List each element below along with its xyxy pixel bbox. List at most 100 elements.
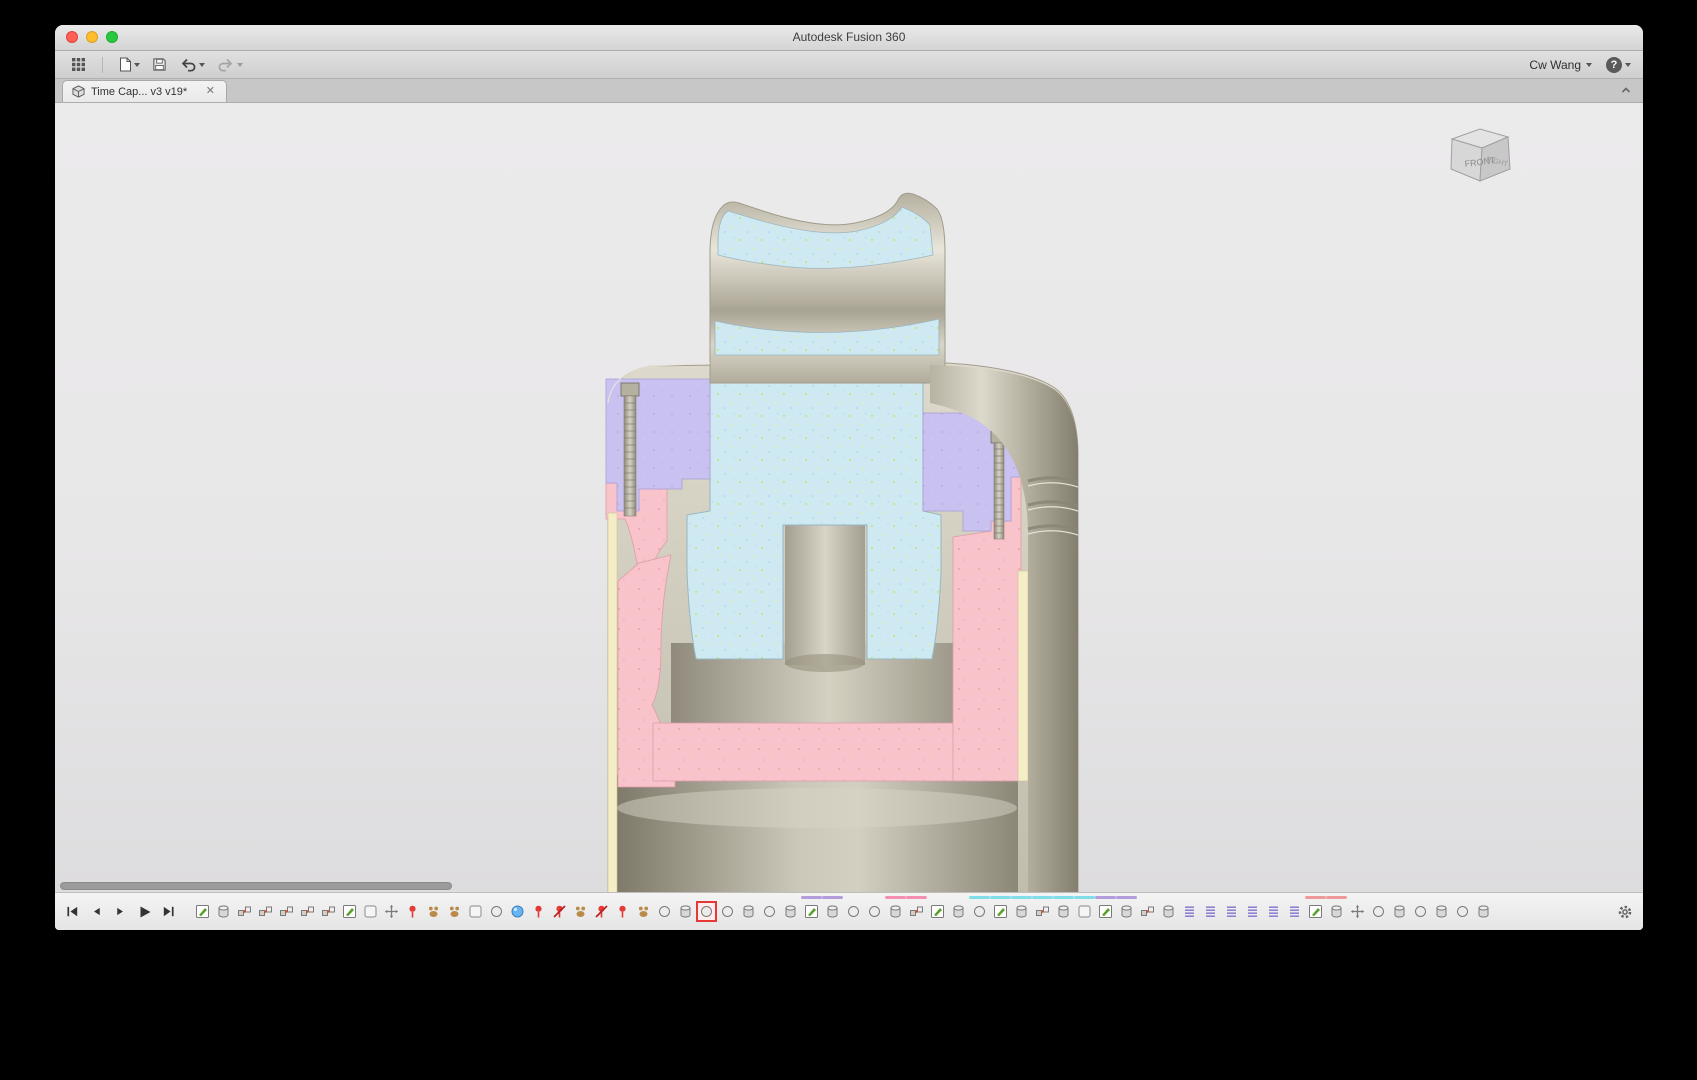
timeline-feature-solid[interactable] bbox=[822, 896, 843, 920]
timeline-feature-pin[interactable] bbox=[530, 903, 547, 920]
timeline-skip-end-button[interactable] bbox=[159, 902, 178, 921]
timeline-feature-circle[interactable] bbox=[1454, 903, 1471, 920]
timeline-feature-spring[interactable] bbox=[1286, 903, 1303, 920]
model-canvas[interactable] bbox=[55, 103, 1643, 892]
timeline-feature-solid[interactable] bbox=[1011, 896, 1032, 920]
timeline-step-forward-button[interactable] bbox=[111, 902, 130, 921]
timeline-feature-paw[interactable] bbox=[446, 903, 463, 920]
timeline-feature-spring[interactable] bbox=[1244, 903, 1261, 920]
timeline-feature-sketch[interactable] bbox=[801, 896, 822, 920]
timeline-feature-circle[interactable] bbox=[866, 903, 883, 920]
timeline-feature-paw[interactable] bbox=[635, 903, 652, 920]
minimize-window-button[interactable] bbox=[86, 31, 98, 43]
timeline-feature-circle[interactable] bbox=[719, 903, 736, 920]
timeline-feature-joint[interactable] bbox=[906, 896, 927, 920]
redo-button[interactable] bbox=[213, 56, 247, 74]
undo-caret bbox=[199, 62, 205, 67]
timeline-feature-solid[interactable] bbox=[1116, 896, 1137, 920]
timeline-feature-pin[interactable] bbox=[404, 903, 421, 920]
timeline-feature-pinx[interactable] bbox=[593, 903, 610, 920]
timeline-feature-sketch[interactable] bbox=[194, 903, 211, 920]
timeline-feature-joint[interactable] bbox=[278, 903, 295, 920]
timeline-play-button[interactable] bbox=[135, 902, 154, 921]
timeline-feature-sketch[interactable] bbox=[1095, 896, 1116, 920]
timeline-feature-solid[interactable] bbox=[677, 903, 694, 920]
timeline-feature-box[interactable] bbox=[362, 903, 379, 920]
timeline-feature-solid[interactable] bbox=[950, 903, 967, 920]
timeline-feature-joint[interactable] bbox=[1032, 896, 1053, 920]
zoom-window-button[interactable] bbox=[106, 31, 118, 43]
timeline-scrollbar-track[interactable] bbox=[60, 882, 860, 890]
timeline-feature-box[interactable] bbox=[1074, 896, 1095, 920]
timeline-feature-solid[interactable] bbox=[1433, 903, 1450, 920]
collapse-toolbar-button[interactable] bbox=[1619, 83, 1633, 102]
timeline-feature-sketch[interactable] bbox=[990, 896, 1011, 920]
timeline-playback-controls bbox=[63, 902, 178, 921]
timeline-group-bar bbox=[906, 896, 927, 899]
timeline-feature-paw[interactable] bbox=[425, 903, 442, 920]
timeline-settings-button[interactable] bbox=[1615, 902, 1635, 922]
timeline-feature-solid[interactable] bbox=[1053, 896, 1074, 920]
timeline-step-back-button[interactable] bbox=[87, 902, 106, 921]
timeline-feature-spring[interactable] bbox=[1202, 903, 1219, 920]
timeline-feature-spring[interactable] bbox=[1223, 903, 1240, 920]
timeline-feature-spring[interactable] bbox=[1265, 903, 1282, 920]
timeline-feature-sketch[interactable] bbox=[1305, 896, 1326, 920]
timeline-group-bar bbox=[801, 896, 822, 899]
timeline-feature-spring[interactable] bbox=[1181, 903, 1198, 920]
timeline-feature-pin[interactable] bbox=[614, 903, 631, 920]
undo-button[interactable] bbox=[175, 56, 209, 74]
timeline-feature-solid[interactable] bbox=[1391, 903, 1408, 920]
timeline-feature-sketch[interactable] bbox=[929, 903, 946, 920]
timeline-feature-circle[interactable] bbox=[1370, 903, 1387, 920]
toolbar-separator bbox=[102, 56, 103, 73]
timeline-feature-joint[interactable] bbox=[257, 903, 274, 920]
timeline-feature-solid[interactable] bbox=[740, 903, 757, 920]
save-button[interactable] bbox=[148, 55, 171, 74]
timeline-feature-solid[interactable] bbox=[1160, 903, 1177, 920]
tab-close-icon[interactable]: ✕ bbox=[204, 85, 217, 98]
help-menu-button[interactable]: ? bbox=[1606, 56, 1631, 73]
timeline-feature-solid[interactable] bbox=[1475, 903, 1492, 920]
timeline-skip-start-button[interactable] bbox=[63, 902, 82, 921]
timeline-feature-paw[interactable] bbox=[572, 903, 589, 920]
viewport[interactable]: FRONT RIGHT bbox=[55, 103, 1643, 892]
document-cube-icon bbox=[72, 85, 85, 98]
timeline-feature-joint[interactable] bbox=[1139, 903, 1156, 920]
timeline-feature-joint[interactable] bbox=[320, 903, 337, 920]
timeline-feature-circle[interactable] bbox=[845, 903, 862, 920]
model-part-liner-cream-right[interactable] bbox=[1017, 570, 1029, 782]
timeline-feature-solid[interactable] bbox=[215, 903, 232, 920]
timeline-feature-circle[interactable] bbox=[761, 903, 778, 920]
timeline-feature-circle[interactable] bbox=[656, 903, 673, 920]
timeline-feature-circle-selected[interactable] bbox=[696, 901, 717, 922]
timeline-feature-solid[interactable] bbox=[885, 896, 906, 920]
timeline-feature-solid[interactable] bbox=[782, 903, 799, 920]
timeline-feature-sketch[interactable] bbox=[341, 903, 358, 920]
timeline-feature-circle[interactable] bbox=[488, 903, 505, 920]
save-icon bbox=[153, 58, 166, 71]
timeline-feature-move[interactable] bbox=[383, 903, 400, 920]
timeline-feature-move[interactable] bbox=[1349, 903, 1366, 920]
timeline-feature-sphere[interactable] bbox=[509, 903, 526, 920]
model-part-liner-cream-left[interactable] bbox=[607, 512, 618, 892]
timeline-scrollbar-thumb[interactable] bbox=[60, 882, 452, 890]
timeline-feature-pinx[interactable] bbox=[551, 903, 568, 920]
timeline-feature-joint[interactable] bbox=[299, 903, 316, 920]
app-grid-button[interactable] bbox=[67, 55, 90, 74]
timeline-feature-box[interactable] bbox=[467, 903, 484, 920]
timeline-feature-joint[interactable] bbox=[236, 903, 253, 920]
viewcube[interactable]: FRONT RIGHT bbox=[1432, 115, 1524, 195]
timeline-feature-solid[interactable] bbox=[1326, 896, 1347, 920]
model-part-bore[interactable] bbox=[785, 523, 865, 665]
close-window-button[interactable] bbox=[66, 31, 78, 43]
timeline-feature-circle[interactable] bbox=[969, 896, 990, 920]
document-tab[interactable]: Time Cap... v3 v19* ✕ bbox=[62, 80, 227, 102]
timeline-group-bar bbox=[1326, 896, 1347, 899]
timeline-feature-circle[interactable] bbox=[1412, 903, 1429, 920]
timeline-group-bar bbox=[1032, 896, 1053, 899]
model-part-handle[interactable] bbox=[709, 192, 946, 384]
document-tab-label: Time Cap... v3 v19* bbox=[91, 85, 188, 98]
user-menu-button[interactable]: Cw Wang bbox=[1529, 58, 1592, 72]
file-menu-button[interactable] bbox=[115, 55, 144, 74]
